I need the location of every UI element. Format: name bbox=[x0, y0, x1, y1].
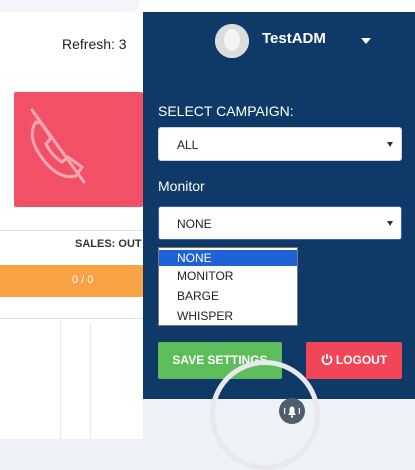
divider bbox=[0, 318, 143, 319]
calls-card bbox=[14, 92, 143, 207]
bell-button[interactable] bbox=[279, 398, 305, 424]
monitor-label: Monitor bbox=[158, 178, 205, 194]
monitor-select[interactable]: NONE bbox=[158, 206, 402, 240]
chevron-down-icon[interactable] bbox=[361, 38, 371, 44]
monitor-option-monitor[interactable]: MONITOR bbox=[159, 268, 297, 284]
topbar-tab-shadow bbox=[0, 0, 140, 12]
bottom-card bbox=[90, 325, 144, 439]
monitor-option-none[interactable]: NONE bbox=[159, 250, 297, 266]
refresh-label: Refresh: 3 bbox=[62, 36, 127, 52]
campaign-select[interactable]: ALL bbox=[158, 127, 402, 161]
chevron-down-icon bbox=[387, 221, 393, 226]
bottom-card bbox=[0, 320, 61, 439]
power-icon bbox=[321, 354, 333, 366]
avatar[interactable] bbox=[215, 24, 249, 58]
bell-icon bbox=[283, 406, 301, 418]
monitor-dropdown-list: NONE MONITOR BARGE WHISPER bbox=[158, 247, 298, 326]
campaign-select-value: ALL bbox=[177, 138, 199, 152]
logout-label: LOGOUT bbox=[335, 353, 388, 367]
monitor-select-value: NONE bbox=[177, 217, 212, 231]
phone-icon bbox=[30, 108, 86, 184]
sales-value: 0 / 0 bbox=[72, 274, 94, 286]
monitor-option-whisper[interactable]: WHISPER bbox=[159, 308, 297, 324]
divider bbox=[0, 230, 143, 231]
sales-label: SALES: OUT bbox=[75, 238, 142, 250]
logout-button[interactable]: LOGOUT bbox=[306, 342, 402, 379]
chevron-down-icon bbox=[387, 142, 393, 147]
campaign-label: SELECT CAMPAIGN: bbox=[158, 103, 294, 119]
monitor-option-barge[interactable]: BARGE bbox=[159, 288, 297, 304]
username[interactable]: TestADM bbox=[262, 30, 326, 47]
